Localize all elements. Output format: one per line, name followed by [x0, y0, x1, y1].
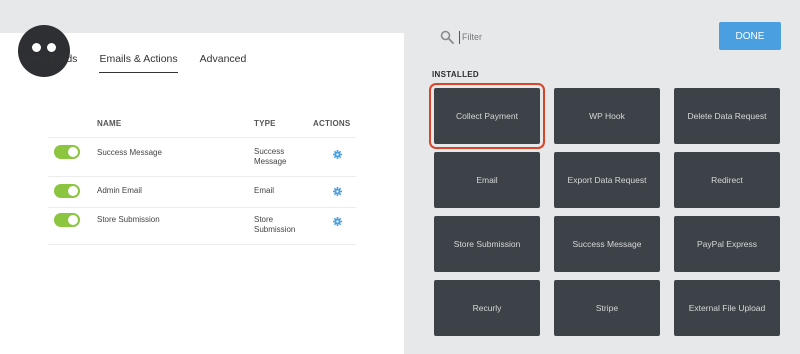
action-card-export-data-request[interactable]: Export Data Request	[554, 152, 660, 208]
installed-actions-grid: Collect Payment WP Hook Delete Data Requ…	[429, 83, 780, 336]
done-button[interactable]: DONE	[719, 22, 781, 50]
action-card-redirect[interactable]: Redirect	[674, 152, 780, 208]
action-card-email[interactable]: Email	[434, 152, 540, 208]
action-name: Success Message	[97, 148, 162, 157]
action-card-stripe[interactable]: Stripe	[554, 280, 660, 336]
action-type: Store Submission	[254, 215, 296, 234]
action-card-delete-data-request[interactable]: Delete Data Request	[674, 88, 780, 144]
action-toggle[interactable]	[54, 184, 80, 198]
column-header-type: TYPE	[254, 119, 276, 128]
action-name: Admin Email	[97, 186, 142, 195]
action-card-wp-hook[interactable]: WP Hook	[554, 88, 660, 144]
column-header-name: NAME	[97, 119, 122, 128]
table-row: Success Message Success Message	[48, 137, 356, 176]
table-row: Store Submission Store Submission	[48, 207, 356, 245]
tab-advanced[interactable]: Advanced	[200, 53, 247, 73]
action-type: Email	[254, 186, 275, 195]
action-card-collect-payment[interactable]: Collect Payment	[429, 83, 545, 149]
tab-emails-actions[interactable]: Emails & Actions	[99, 53, 178, 73]
builder-panel: Form Fields Emails & Actions Advanced NA…	[0, 25, 404, 354]
action-toggle[interactable]	[54, 145, 80, 159]
action-card-recurly[interactable]: Recurly	[434, 280, 540, 336]
table-row: Admin Email Email	[48, 176, 356, 207]
filter-input[interactable]	[459, 30, 664, 44]
action-card-paypal-express[interactable]: PayPal Express	[674, 216, 780, 272]
actions-table: NAME TYPE ACTIONS Success Message Succes…	[48, 117, 356, 245]
action-name: Store Submission	[97, 215, 160, 224]
gear-icon[interactable]	[333, 150, 342, 159]
action-card-success-message[interactable]: Success Message	[554, 216, 660, 272]
builder-tabs: Form Fields Emails & Actions Advanced	[22, 53, 268, 73]
installed-section-label: INSTALLED	[432, 70, 479, 79]
table-header: NAME TYPE ACTIONS	[48, 117, 356, 137]
search-icon	[440, 30, 454, 44]
tab-form-fields[interactable]: Form Fields	[22, 53, 77, 73]
action-type: Success Message	[254, 147, 287, 166]
column-header-actions: ACTIONS	[313, 119, 351, 128]
action-toggle[interactable]	[54, 213, 80, 227]
action-card-store-submission[interactable]: Store Submission	[434, 216, 540, 272]
gear-icon[interactable]	[333, 187, 342, 196]
gear-icon[interactable]	[333, 217, 342, 226]
action-card-external-file-upload[interactable]: External File Upload	[674, 280, 780, 336]
filter-bar	[440, 30, 664, 44]
